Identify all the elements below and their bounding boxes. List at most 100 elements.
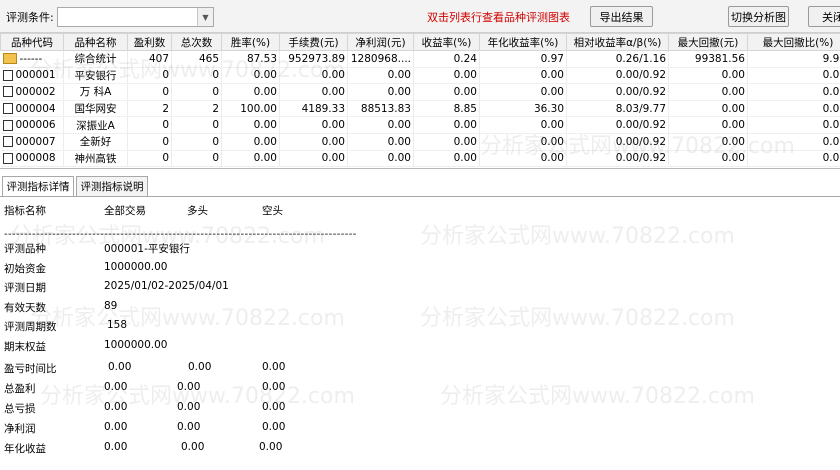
- column-header[interactable]: 收益率(%): [413, 33, 480, 51]
- table-row[interactable]: 000008 神州高铁 0 0 0.00 0.00 0.00 0.00 0.00 0.00/0.9…: [0, 150, 840, 168]
- table-cell: 0.00: [747, 100, 840, 118]
- table-row[interactable]: 000007 全新好 0 0 0.00 0.00 0.00 0.00 0.00 0.00/0.92…: [0, 133, 840, 151]
- column-header[interactable]: 手续费(元): [279, 33, 348, 51]
- info-label: 评测日期: [4, 282, 46, 294]
- metric-label: 盈亏时间比: [4, 363, 57, 375]
- table-cell: 0.00/0.92: [566, 83, 669, 101]
- table-cell: 0.00: [347, 83, 414, 101]
- table-cell: 0.00: [347, 116, 414, 134]
- table-cell: 深振业A: [63, 116, 128, 134]
- table-cell: 0.00: [479, 67, 567, 85]
- cell-code-text: 000006: [15, 119, 56, 132]
- table-cell: 0.24: [413, 50, 480, 68]
- switch-chart-button[interactable]: 切换分析图: [728, 6, 789, 27]
- table-cell: 0: [171, 133, 222, 151]
- info-value: 89: [104, 299, 118, 312]
- table-cell: 万 科A: [63, 83, 128, 101]
- metric-all: 0.00: [104, 381, 128, 393]
- table-cell: 0.00: [668, 150, 748, 168]
- tab-metric-explanation[interactable]: 评测指标说明: [76, 176, 148, 196]
- doc-icon: [2, 103, 13, 115]
- metric-short: 0.00: [262, 421, 286, 433]
- table-cell: 0.00: [347, 150, 414, 168]
- detail-tabs: 评测指标详情 评测指标说明: [0, 174, 840, 197]
- table-cell: 0.00: [479, 133, 567, 151]
- table-cell: 0: [127, 116, 172, 134]
- table-row[interactable]: 000004 国华网安 2 2 100.00 4189.33 88513.83 8.85 36.…: [0, 100, 840, 118]
- doc-icon: [2, 136, 13, 148]
- table-cell: 0.00: [747, 83, 840, 101]
- info-value: 1000000.00: [104, 338, 168, 351]
- table-cell: 8.85: [413, 100, 480, 118]
- table-cell: 0: [127, 67, 172, 85]
- column-header[interactable]: 最大回撤比(%): [747, 33, 840, 51]
- detail-panel: 指标名称 全部交易 多头 空头 ------------------------…: [0, 197, 840, 470]
- table-cell: 2: [171, 100, 222, 118]
- table-cell: 0.00: [279, 116, 348, 134]
- doc-icon: [2, 86, 13, 98]
- table-cell: 88513.83: [347, 100, 414, 118]
- close-button[interactable]: 关闭: [808, 6, 840, 27]
- cell-code: 000006: [0, 116, 64, 134]
- table-cell: 0.00: [668, 133, 748, 151]
- metric-long: 0.00: [177, 421, 201, 433]
- table-row[interactable]: 000002 万 科A 0 0 0.00 0.00 0.00 0.00 0.00 0.00/0.9…: [0, 83, 840, 101]
- table-cell: 0.97: [479, 50, 567, 68]
- cell-code: ------: [0, 50, 64, 68]
- metric-long: 0.00: [177, 381, 201, 393]
- results-grid[interactable]: 品种代码 品种名称 盈利数 总次数 胜率(%) 手续费(元) 净利润(元) 收益率(%) 年化收…: [0, 33, 840, 169]
- toolbar: 评测条件: ▼ 双击列表行查看品种评测图表 导出结果 切换分析图 关闭: [0, 0, 840, 33]
- doc-icon: [2, 119, 13, 131]
- column-header[interactable]: 盈利数: [127, 33, 172, 51]
- table-row[interactable]: 000006 深振业A 0 0 0.00 0.00 0.00 0.00 0.00 0.00/0.9…: [0, 116, 840, 134]
- table-cell: 综合统计: [63, 50, 128, 68]
- cell-code: 000007: [0, 133, 64, 151]
- column-header[interactable]: 品种名称: [63, 33, 128, 51]
- table-cell: 0.00: [279, 150, 348, 168]
- table-cell: 36.30: [479, 100, 567, 118]
- metric-short: 0.00: [262, 401, 286, 413]
- metric-long: 0.00: [181, 441, 205, 453]
- header-short: 空头: [262, 205, 283, 217]
- column-header[interactable]: 品种代码: [0, 33, 64, 51]
- table-cell: 99381.56: [668, 50, 748, 68]
- metric-label: 总亏损: [4, 403, 36, 415]
- chevron-down-icon[interactable]: ▼: [197, 8, 213, 26]
- info-label: 评测品种: [4, 243, 46, 255]
- metric-label: 总盈利: [4, 383, 36, 395]
- cell-code: 000008: [0, 150, 64, 168]
- table-cell: 4189.33: [279, 100, 348, 118]
- table-cell: 0.00: [221, 67, 280, 85]
- doc-icon: [2, 69, 13, 81]
- table-cell: 0.00: [413, 83, 480, 101]
- table-cell: 0.00: [668, 83, 748, 101]
- table-row[interactable]: 000001 平安银行 0 0 0.00 0.00 0.00 0.00 0.00 0.00/0.9…: [0, 67, 840, 85]
- table-cell: 0.00/0.92: [566, 150, 669, 168]
- metric-all: 0.00: [104, 421, 128, 433]
- column-header[interactable]: 净利润(元): [347, 33, 414, 51]
- column-header[interactable]: 胜率(%): [221, 33, 280, 51]
- table-cell: 0.00: [668, 67, 748, 85]
- table-cell: 0.00: [479, 83, 567, 101]
- export-button[interactable]: 导出结果: [590, 6, 653, 27]
- metric-short: 0.00: [262, 361, 286, 373]
- info-label: 初始资金: [4, 262, 46, 275]
- info-value: 158: [107, 319, 128, 331]
- column-header[interactable]: 最大回撤(元): [668, 33, 748, 51]
- table-row[interactable]: ------ 综合统计 407 465 87.53 952973.89 1280968...…: [0, 50, 840, 68]
- table-cell: 0.00: [221, 150, 280, 168]
- table-cell: 0.00: [347, 133, 414, 151]
- table-cell: 0.00: [279, 133, 348, 151]
- metric-long: 0.00: [188, 361, 212, 373]
- metric-all: 0.00: [104, 401, 128, 413]
- table-cell: 0.00: [279, 83, 348, 101]
- column-header[interactable]: 总次数: [171, 33, 222, 51]
- cell-code-text: 000007: [15, 135, 56, 148]
- table-cell: 0: [127, 133, 172, 151]
- tab-metric-details[interactable]: 评测指标详情: [2, 176, 74, 196]
- column-header[interactable]: 年化收益率(%): [479, 33, 567, 51]
- condition-combo[interactable]: ▼: [57, 7, 214, 27]
- table-cell: 0.00: [747, 116, 840, 134]
- column-header[interactable]: 相对收益率α/β(%): [566, 33, 669, 51]
- table-cell: 8.03/9.77: [566, 100, 669, 118]
